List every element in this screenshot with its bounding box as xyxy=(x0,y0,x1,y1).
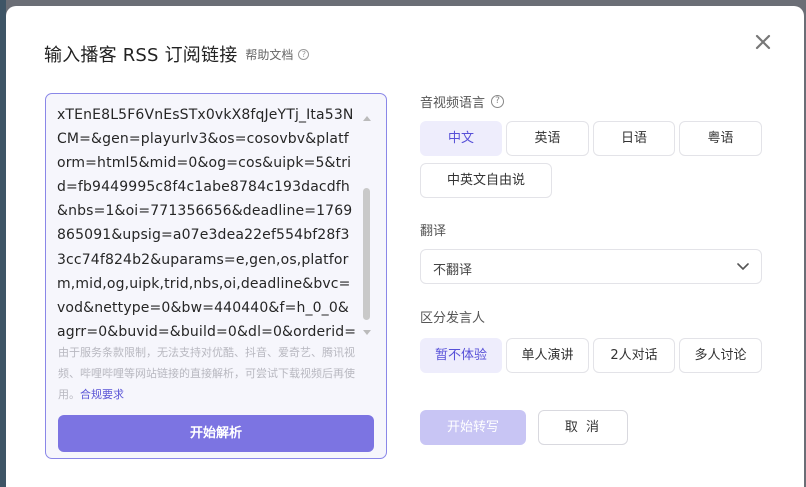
speaker-section-label: 区分发言人 xyxy=(420,311,486,326)
translation-select-value: 不翻译 xyxy=(433,263,473,278)
textarea-scrollbar[interactable] xyxy=(362,108,374,340)
speaker-option-single[interactable]: 单人演讲 xyxy=(506,338,589,373)
rss-url-value: xTEnE8L5F6VnEsSTx0vkX8fqJeYTj_Ita53NCM=&… xyxy=(57,107,357,340)
scroll-thumb[interactable] xyxy=(363,188,370,320)
url-input-panel: xTEnE8L5F6VnEsSTx0vkX8fqJeYTj_Ita53NCM=&… xyxy=(45,93,387,459)
language-section-label: 音视频语言 ? xyxy=(420,92,505,111)
lang-option-japanese[interactable]: 日语 xyxy=(593,121,675,156)
scroll-up-arrow-icon[interactable] xyxy=(363,116,371,121)
dialog-header: 输入播客 RSS 订阅链接 帮助文档 ? xyxy=(44,42,310,66)
cancel-button[interactable]: 取 消 xyxy=(538,410,628,445)
start-transcribe-button[interactable]: 开始转写 xyxy=(420,410,526,445)
rss-dialog: 输入播客 RSS 订阅链接 帮助文档 ? xTEnE8L5F6VnEsSTx0v… xyxy=(6,6,804,487)
compliance-link[interactable]: 合规要求 xyxy=(80,388,124,401)
lang-option-chinese[interactable]: 中文 xyxy=(420,121,502,156)
dialog-title: 输入播客 RSS 订阅链接 xyxy=(44,45,238,66)
scroll-down-arrow-icon[interactable] xyxy=(363,330,371,335)
lang-option-mixed[interactable]: 中英文自由说 xyxy=(420,163,552,198)
translation-section-label: 翻译 xyxy=(420,224,447,239)
question-icon[interactable]: ? xyxy=(491,95,505,108)
help-icon: ? xyxy=(298,48,310,60)
start-parse-button[interactable]: 开始解析 xyxy=(58,415,374,452)
rss-url-textarea[interactable]: xTEnE8L5F6VnEsSTx0vkX8fqJeYTj_Ita53NCM=&… xyxy=(57,103,357,345)
restriction-note: 由于服务条款限制，无法支持对优酷、抖音、爱奇艺、腾讯视频、哔哩哔哩等网站链接的直… xyxy=(58,342,376,405)
speaker-option-two[interactable]: 2人对话 xyxy=(593,338,675,373)
close-icon xyxy=(755,34,771,50)
close-button[interactable] xyxy=(752,31,774,53)
speaker-option-none[interactable]: 暂不体验 xyxy=(420,338,502,373)
chevron-down-icon xyxy=(737,263,749,271)
lang-option-cantonese[interactable]: 粤语 xyxy=(679,121,762,156)
help-docs-label: 帮助文档 xyxy=(245,47,294,62)
help-docs-link[interactable]: 帮助文档 ? xyxy=(245,46,310,63)
speaker-option-multi[interactable]: 多人讨论 xyxy=(679,338,762,373)
lang-option-english[interactable]: 英语 xyxy=(506,121,589,156)
language-label-text: 音视频语言 xyxy=(420,96,486,111)
translation-select[interactable]: 不翻译 xyxy=(420,249,762,284)
